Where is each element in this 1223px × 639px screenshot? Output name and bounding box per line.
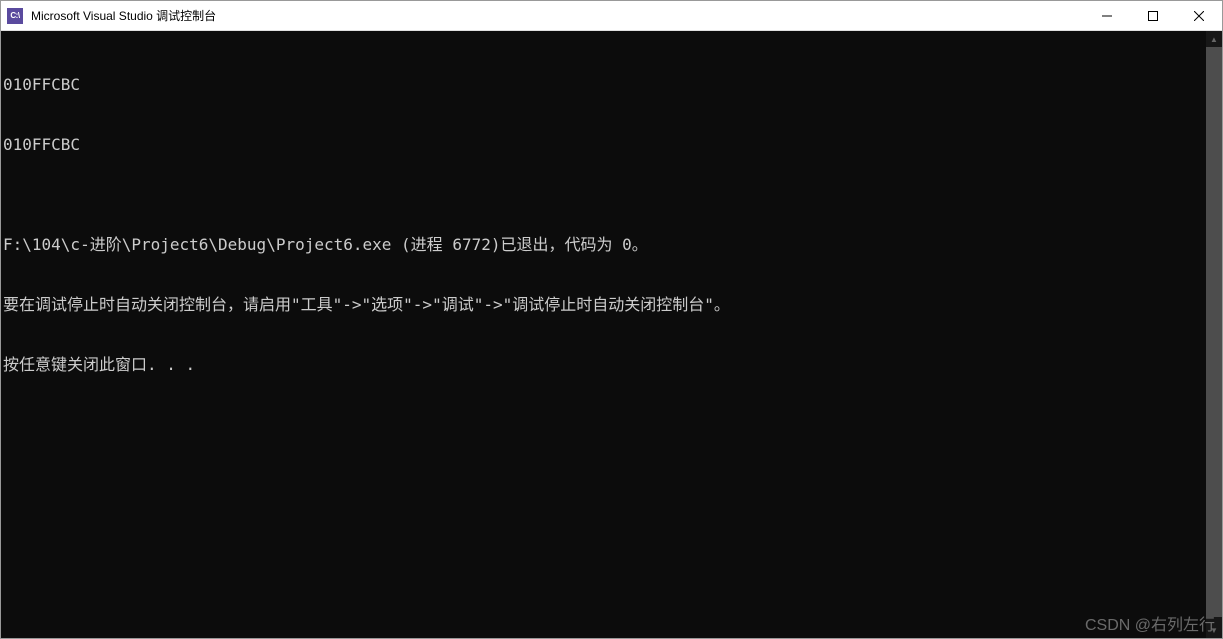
scrollbar-up-arrow-icon[interactable]: ▲ xyxy=(1206,31,1222,47)
console-line: 010FFCBC xyxy=(3,75,1206,95)
console-line: 按任意键关闭此窗口. . . xyxy=(3,355,1206,375)
app-window: C:\ Microsoft Visual Studio 调试控制台 010FFC… xyxy=(0,0,1223,639)
console-line: F:\104\c-进阶\Project6\Debug\Project6.exe … xyxy=(3,235,1206,255)
vertical-scrollbar[interactable]: ▲ ▼ xyxy=(1206,31,1222,638)
console-output[interactable]: 010FFCBC 010FFCBC F:\104\c-进阶\Project6\D… xyxy=(1,31,1206,638)
titlebar[interactable]: C:\ Microsoft Visual Studio 调试控制台 xyxy=(1,1,1222,31)
app-icon: C:\ xyxy=(7,8,23,24)
console-line: 010FFCBC xyxy=(3,135,1206,155)
window-controls xyxy=(1084,1,1222,30)
console-area: 010FFCBC 010FFCBC F:\104\c-进阶\Project6\D… xyxy=(1,31,1222,638)
maximize-button[interactable] xyxy=(1130,1,1176,30)
minimize-button[interactable] xyxy=(1084,1,1130,30)
close-button[interactable] xyxy=(1176,1,1222,30)
scrollbar-thumb[interactable] xyxy=(1206,47,1222,617)
console-line: 要在调试停止时自动关闭控制台，请启用"工具"->"选项"->"调试"->"调试停… xyxy=(3,295,1206,315)
window-title: Microsoft Visual Studio 调试控制台 xyxy=(31,7,1084,24)
scrollbar-down-arrow-icon[interactable]: ▼ xyxy=(1206,622,1222,638)
